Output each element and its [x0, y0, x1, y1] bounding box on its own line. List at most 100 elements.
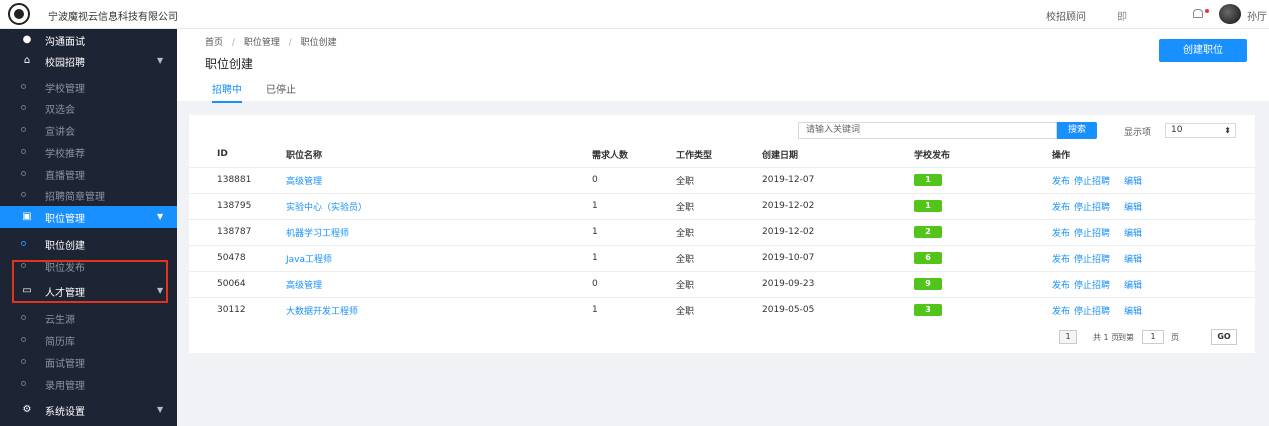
grid-icon[interactable]: 即	[1117, 8, 1127, 23]
bullet-icon	[21, 359, 26, 364]
publish-link[interactable]: 发布	[1052, 177, 1070, 187]
company-logo-icon[interactable]	[8, 3, 30, 25]
chat-icon: ●	[22, 34, 32, 45]
cell-position-name[interactable]: 高级管理	[286, 270, 592, 297]
breadcrumb-current: 职位创建	[300, 38, 337, 48]
cell-type: 全职	[676, 218, 762, 245]
sidebar-item[interactable]: 云生源	[0, 307, 177, 329]
edit-link[interactable]: 编辑	[1124, 177, 1142, 187]
column-header-need: 需求人数	[592, 150, 629, 161]
sidebar-item-label: 职位管理	[45, 214, 85, 225]
avatar[interactable]	[1219, 4, 1241, 24]
publish-count-badge: 3	[914, 304, 942, 317]
cell-school-publish: 1	[914, 192, 1052, 219]
breadcrumb-separator: /	[288, 38, 292, 48]
publish-count-badge: 2	[914, 226, 942, 238]
publish-link[interactable]: 发布	[1052, 229, 1070, 239]
stop-recruiting-link[interactable]: 停止招聘	[1074, 229, 1110, 239]
sidebar-item-label: 职位创建	[45, 241, 85, 252]
sidebar-item[interactable]: ▣ 职位管理 ▼	[0, 206, 177, 228]
sidebar-item[interactable]: ● 沟通面试	[0, 29, 177, 51]
table-row: 50478 Java工程师 1 全职 2019-10-07 6 发布 停止招聘 编辑	[189, 244, 1255, 271]
table-row: 138881 高级管理 0 全职 2019-12-07 1 发布 停止招聘 编辑	[189, 166, 1255, 193]
sidebar-item-label: 系统设置	[45, 407, 85, 418]
pager-total: 共 1 页	[1093, 333, 1120, 342]
cell-date: 2019-05-05	[762, 296, 914, 323]
column-header-actions: 操作	[1052, 150, 1071, 161]
cell-position-name[interactable]: 实验中心（实验员）	[286, 192, 592, 219]
cell-position-name[interactable]: Java工程师	[286, 244, 592, 271]
cell-date: 2019-12-07	[762, 166, 914, 193]
sidebar-item-label: 直播管理	[45, 171, 85, 182]
sidebar-item[interactable]: 宣讲会	[0, 119, 177, 141]
cell-actions: 发布 停止招聘 编辑	[1052, 244, 1255, 271]
search-input[interactable]: 请输入关键词	[798, 122, 1057, 139]
sidebar-item[interactable]: 简历库	[0, 329, 177, 351]
column-header-id: ID	[217, 149, 228, 160]
sidebar-item[interactable]: ⌂ 校园招聘 ▼	[0, 50, 177, 72]
stop-recruiting-link[interactable]: 停止招聘	[1074, 177, 1110, 187]
cell-position-name[interactable]: 大数据开发工程师	[286, 296, 592, 323]
pager-goto-input[interactable]: 1	[1142, 330, 1164, 344]
create-position-button[interactable]: 创建职位	[1159, 39, 1247, 62]
username[interactable]: 孙厅	[1247, 8, 1267, 23]
cell-actions: 发布 停止招聘 编辑	[1052, 218, 1255, 245]
cell-need: 1	[592, 192, 676, 219]
sidebar-item[interactable]: 职位创建	[0, 233, 177, 255]
chevron-down-icon: ▼	[157, 212, 164, 221]
page-size-select[interactable]: 10 ⬍	[1165, 123, 1236, 138]
edit-link[interactable]: 编辑	[1124, 281, 1142, 291]
cell-date: 2019-12-02	[762, 192, 914, 219]
edit-link[interactable]: 编辑	[1124, 203, 1142, 213]
sidebar-item[interactable]: 招聘简章管理	[0, 184, 177, 206]
sidebar-item[interactable]: 双选会	[0, 97, 177, 119]
stop-recruiting-link[interactable]: 停止招聘	[1074, 281, 1110, 291]
building-icon: ⌂	[23, 55, 31, 66]
tab-stopped[interactable]: 已停止	[266, 81, 296, 96]
company-name: 宁波魔视云信息科技有限公司	[48, 12, 178, 23]
cell-position-name[interactable]: 机器学习工程师	[286, 218, 592, 245]
pager-current-page[interactable]: 1	[1059, 330, 1077, 344]
publish-link[interactable]: 发布	[1052, 281, 1070, 291]
breadcrumb-position-management[interactable]: 职位管理	[244, 38, 280, 48]
cell-id: 138787	[189, 218, 286, 245]
publish-link[interactable]: 发布	[1052, 203, 1070, 213]
cell-type: 全职	[676, 244, 762, 271]
cell-need: 1	[592, 296, 676, 323]
publish-link[interactable]: 发布	[1052, 307, 1070, 317]
select-arrows-icon: ⬍	[1224, 126, 1231, 135]
edit-link[interactable]: 编辑	[1124, 229, 1142, 239]
sidebar-item[interactable]: 学校管理	[0, 76, 177, 98]
cell-type: 全职	[676, 166, 762, 193]
advisor-link[interactable]: 校招顾问	[1046, 8, 1086, 23]
bullet-icon	[21, 315, 26, 320]
sidebar-item[interactable]: 面试管理	[0, 351, 177, 373]
breadcrumb-home[interactable]: 首页	[205, 38, 223, 48]
search-button[interactable]: 搜索	[1057, 122, 1097, 139]
sidebar-item-label: 录用管理	[45, 381, 85, 392]
cell-position-name[interactable]: 高级管理	[286, 166, 592, 193]
stop-recruiting-link[interactable]: 停止招聘	[1074, 307, 1110, 317]
page-size-label: 显示项	[1124, 128, 1152, 138]
stop-recruiting-link[interactable]: 停止招聘	[1074, 203, 1110, 213]
page-header: 首页 / 职位管理 / 职位创建 职位创建 创建职位 招聘中 已停止	[177, 29, 1269, 103]
cell-id: 138795	[189, 192, 286, 219]
sidebar-item[interactable]: ⚙ 系统设置 ▼	[0, 399, 177, 421]
sidebar-item[interactable]: 学校推荐	[0, 141, 177, 163]
sidebar-item-label: 宣讲会	[45, 127, 75, 138]
sidebar-item[interactable]: 直播管理	[0, 163, 177, 185]
tab-recruiting[interactable]: 招聘中	[212, 81, 242, 103]
table-row: 138795 实验中心（实验员） 1 全职 2019-12-02 1 发布 停止招聘 编辑	[189, 192, 1255, 219]
edit-link[interactable]: 编辑	[1124, 255, 1142, 265]
sidebar-item[interactable]: 录用管理	[0, 373, 177, 395]
publish-link[interactable]: 发布	[1052, 255, 1070, 265]
sidebar-item-label: 招聘简章管理	[45, 192, 105, 203]
sidebar-item-label: 学校管理	[45, 84, 85, 95]
highlight-box	[12, 260, 168, 303]
cell-type: 全职	[676, 192, 762, 219]
stop-recruiting-link[interactable]: 停止招聘	[1074, 255, 1110, 265]
edit-link[interactable]: 编辑	[1124, 307, 1142, 317]
bullet-icon	[21, 337, 26, 342]
pager-go-button[interactable]: GO	[1211, 329, 1237, 345]
bell-icon[interactable]	[1192, 8, 1203, 18]
